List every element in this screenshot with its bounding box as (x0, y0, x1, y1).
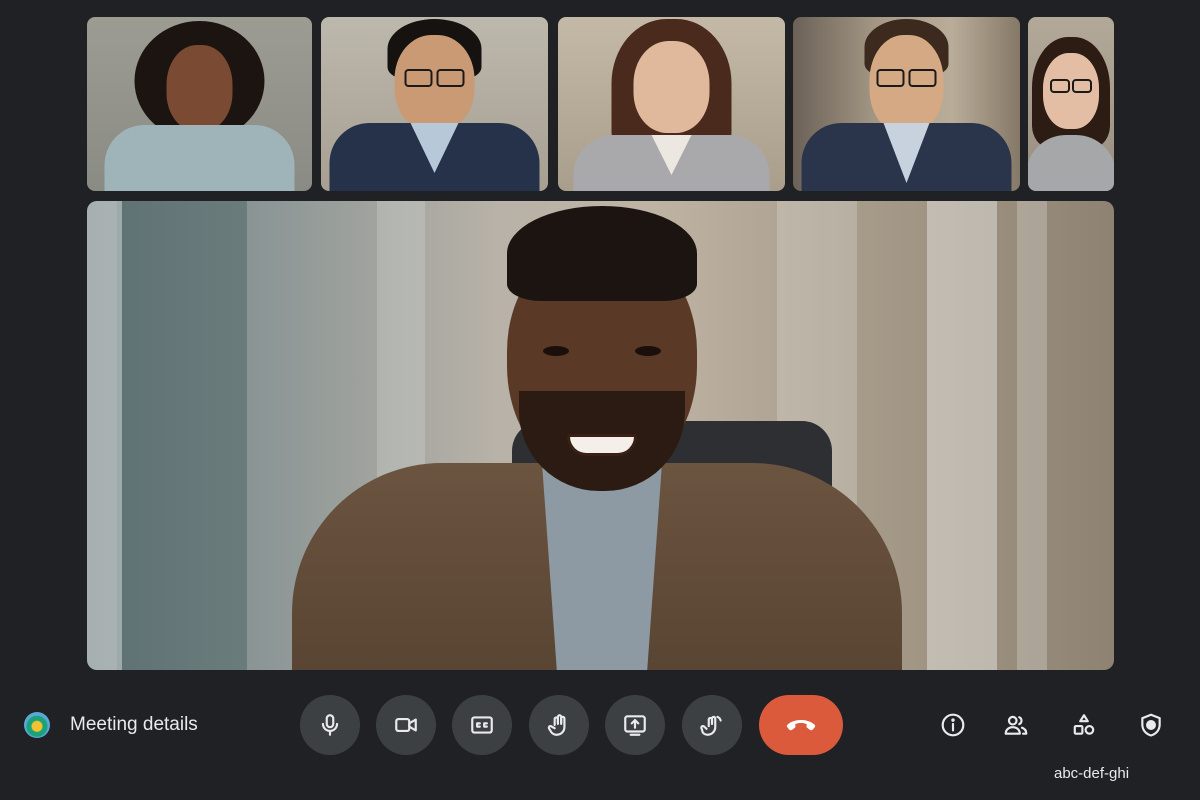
captions-button[interactable] (452, 695, 512, 755)
meeting-info-button[interactable] (935, 709, 971, 741)
raise-hand-button[interactable] (529, 695, 589, 755)
host-controls-button[interactable] (1133, 709, 1169, 741)
participant-tile[interactable] (321, 17, 548, 191)
microphone-icon (321, 714, 339, 736)
reactions-button[interactable] (682, 695, 742, 755)
participant-avatar (558, 17, 785, 191)
background-window (87, 201, 122, 670)
participant-thumbnails (87, 17, 1114, 191)
participant-tile[interactable] (558, 17, 785, 191)
participant-avatar (321, 17, 548, 191)
people-button[interactable] (998, 709, 1034, 741)
meet-logo-icon (24, 712, 50, 738)
background-window (1017, 201, 1047, 670)
microphone-button[interactable] (300, 695, 360, 755)
background-window (927, 201, 997, 670)
shapes-icon (1073, 714, 1095, 735)
shield-icon (1141, 713, 1161, 737)
present-button[interactable] (605, 695, 665, 755)
active-speaker-tile[interactable] (87, 201, 1114, 670)
people-icon (1004, 715, 1028, 735)
participant-avatar (87, 17, 312, 191)
participant-tile[interactable] (793, 17, 1020, 191)
info-icon (941, 713, 965, 737)
leave-call-button[interactable] (759, 695, 843, 755)
participant-avatar (1028, 17, 1114, 191)
meeting-details-label[interactable]: Meeting details (70, 714, 198, 736)
participant-tile[interactable] (1028, 17, 1114, 191)
hand-icon (547, 714, 566, 736)
participant-tile[interactable] (87, 17, 312, 191)
meeting-details-area[interactable]: Meeting details (24, 712, 198, 738)
captions-icon (471, 716, 493, 734)
activities-button[interactable] (1066, 709, 1102, 741)
participant-avatar (793, 17, 1020, 191)
background-curtain (117, 201, 247, 670)
phone-hangup-icon (786, 720, 816, 731)
camera-button[interactable] (376, 695, 436, 755)
present-icon (624, 715, 646, 736)
reaction-hand-icon (700, 715, 722, 736)
camera-icon (395, 717, 417, 733)
meeting-code: abc-def-ghi (1054, 765, 1130, 782)
